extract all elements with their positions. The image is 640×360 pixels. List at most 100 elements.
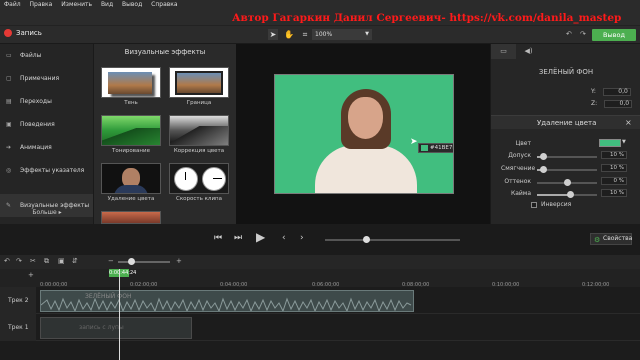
hue-slider[interactable] (537, 179, 597, 186)
defringe-label: Кайма (510, 190, 531, 197)
tolerance-input[interactable]: 10 % (601, 151, 627, 159)
pan-tool-icon[interactable]: ✋ (284, 29, 294, 40)
close-icon[interactable]: × (625, 118, 632, 127)
pointer-tool-icon[interactable]: ➤ (268, 29, 278, 40)
menu-edit[interactable]: Правка (30, 0, 53, 18)
invert-checkbox[interactable] (531, 201, 537, 208)
track-name[interactable]: Трек 2 (0, 287, 36, 314)
color-picker[interactable] (599, 139, 621, 147)
slider-knob[interactable] (540, 153, 547, 160)
audio-props-tab-icon[interactable]: ◀) (516, 44, 541, 59)
playback-scrubber[interactable] (325, 236, 460, 243)
slider-knob[interactable] (564, 179, 571, 186)
effect-label: Тень (124, 100, 138, 106)
note-icon: ▢ (6, 75, 12, 82)
timeline-toolbar: ↶ ↷ ✂ ⧉ ▣ ⇵ − + (0, 255, 640, 269)
remove-color-section: Удаление цвета × (491, 115, 640, 129)
defringe-slider[interactable] (537, 191, 597, 198)
chevron-down-icon[interactable]: ▼ (622, 139, 626, 145)
gear-icon: ⚙ (594, 236, 601, 244)
redo-icon[interactable]: ↷ (16, 257, 22, 265)
tolerance-label: Допуск (508, 152, 531, 159)
playhead-line[interactable] (119, 269, 120, 360)
sidebar-item-label: Эффекты указателя (20, 167, 85, 174)
effects-panel: Визуальные эффекты Тень Граница Тонирова… (94, 44, 236, 224)
export-label: Вывод (603, 31, 625, 39)
more-button[interactable]: Больше ▸ (0, 209, 94, 216)
timeline-clip[interactable]: запись с лупы (40, 317, 192, 339)
effect-tile-colorize[interactable]: Тонирование (101, 115, 161, 154)
sidebar-item-cursor-effects[interactable]: ◎ Эффекты указателя (0, 159, 93, 182)
record-button[interactable]: Запись (4, 29, 42, 37)
timeline-clip[interactable]: ЗЕЛЁНЫЙ ФОН (40, 290, 414, 312)
video-frame[interactable]: ➤ #41BE7F (274, 74, 454, 194)
scrubber-knob[interactable] (363, 236, 370, 243)
pos-z-input[interactable]: 0,0 (604, 100, 633, 108)
zoom-out-icon[interactable]: − (108, 257, 114, 265)
zoom-in-icon[interactable]: + (176, 257, 182, 265)
menu-help[interactable]: Справка (151, 0, 177, 18)
undo-icon[interactable]: ↶ (566, 29, 574, 39)
add-track-icon[interactable]: + (28, 271, 34, 279)
softness-input[interactable]: 10 % (601, 164, 627, 172)
sidebar-item-media[interactable]: ▭ Файлы (0, 44, 93, 67)
track-name[interactable]: Трек 1 (0, 314, 36, 341)
sidebar-item-annotations[interactable]: ▢ Примечания (0, 67, 93, 90)
slider-knob[interactable] (540, 166, 547, 173)
zoom-select[interactable]: 100% ▼ (312, 29, 372, 40)
cut-icon[interactable]: ✂ (30, 257, 36, 265)
step-back-icon[interactable]: ⏮ (214, 233, 222, 243)
sidebar-item-label: Поведения (20, 121, 55, 128)
effect-tile-remove-color[interactable]: Удаление цвета (101, 163, 161, 202)
visual-props-tab-icon[interactable]: ▭ (491, 44, 516, 59)
timeline-zoom-slider[interactable] (118, 258, 170, 265)
color-swatch (421, 145, 428, 151)
sidebar-item-behaviors[interactable]: ▣ Поведения (0, 113, 93, 136)
menu-file[interactable]: Файл (4, 0, 21, 18)
effect-tile-partial[interactable] (101, 211, 161, 224)
export-button[interactable]: Вывод (592, 29, 636, 41)
crop-tool-icon[interactable]: ⌗ (300, 29, 310, 40)
zoom-value: 100% (315, 31, 333, 38)
timeline-ruler[interactable]: 0:00:00;00 0:02:00;00 0:04:00;00 0:06:00… (0, 269, 640, 288)
properties-label: Свойства (603, 235, 633, 242)
color-tooltip: #41BE7F (418, 143, 453, 153)
sidebar-item-animation[interactable]: ➔ Анимация (0, 136, 93, 159)
paste-icon[interactable]: ▣ (58, 257, 65, 265)
defringe-input[interactable]: 10 % (601, 189, 627, 197)
color-label: Цвет (515, 140, 531, 147)
pos-z-row: Z: 0,0 (591, 100, 633, 108)
section-title: Удаление цвета (537, 119, 597, 127)
preview-canvas[interactable]: ➤ #41BE7F (236, 44, 490, 224)
menu-modify[interactable]: Изменить (61, 0, 92, 18)
tolerance-slider[interactable] (537, 153, 597, 160)
effect-tile-color-adjust[interactable]: Коррекция цвета (169, 115, 229, 154)
slider-knob[interactable] (567, 191, 574, 198)
menu-view[interactable]: Вид (101, 0, 113, 18)
effect-tile-shadow[interactable]: Тень (101, 67, 161, 106)
split-icon[interactable]: ⇵ (72, 257, 78, 265)
undo-icon[interactable]: ↶ (4, 257, 10, 265)
hue-input[interactable]: 0 % (601, 177, 627, 185)
zoom-knob[interactable] (128, 258, 135, 265)
pos-y-input[interactable]: 0,0 (602, 88, 631, 96)
person-face (348, 97, 383, 139)
prev-frame-icon[interactable]: ‹ (282, 233, 286, 243)
copy-icon[interactable]: ⧉ (44, 257, 49, 266)
color-row: Цвет ▼ (491, 139, 640, 150)
properties-button[interactable]: ⚙ Свойства (590, 233, 632, 245)
redo-icon[interactable]: ↷ (580, 29, 588, 39)
toolbar: Запись ➤ ✋ ⌗ 100% ▼ ↶ ↷ Вывод (0, 26, 640, 44)
next-frame-icon[interactable]: › (300, 233, 304, 243)
rewind-icon[interactable]: ⏭ (234, 233, 242, 243)
softness-slider[interactable] (537, 166, 597, 173)
effect-tile-border[interactable]: Граница (169, 67, 229, 106)
effect-tile-clip-speed[interactable]: Скорость клипа (169, 163, 229, 202)
menu-output[interactable]: Вывод (122, 0, 142, 18)
play-icon[interactable]: ▶ (256, 230, 265, 244)
effect-label: Скорость клипа (176, 196, 222, 202)
clip-label: ЗЕЛЁНЫЙ ФОН (85, 293, 132, 300)
tolerance-row: Допуск 10 % (491, 151, 640, 162)
sidebar-item-transitions[interactable]: ▤ Переходы (0, 90, 93, 113)
person-shirt (315, 145, 417, 193)
